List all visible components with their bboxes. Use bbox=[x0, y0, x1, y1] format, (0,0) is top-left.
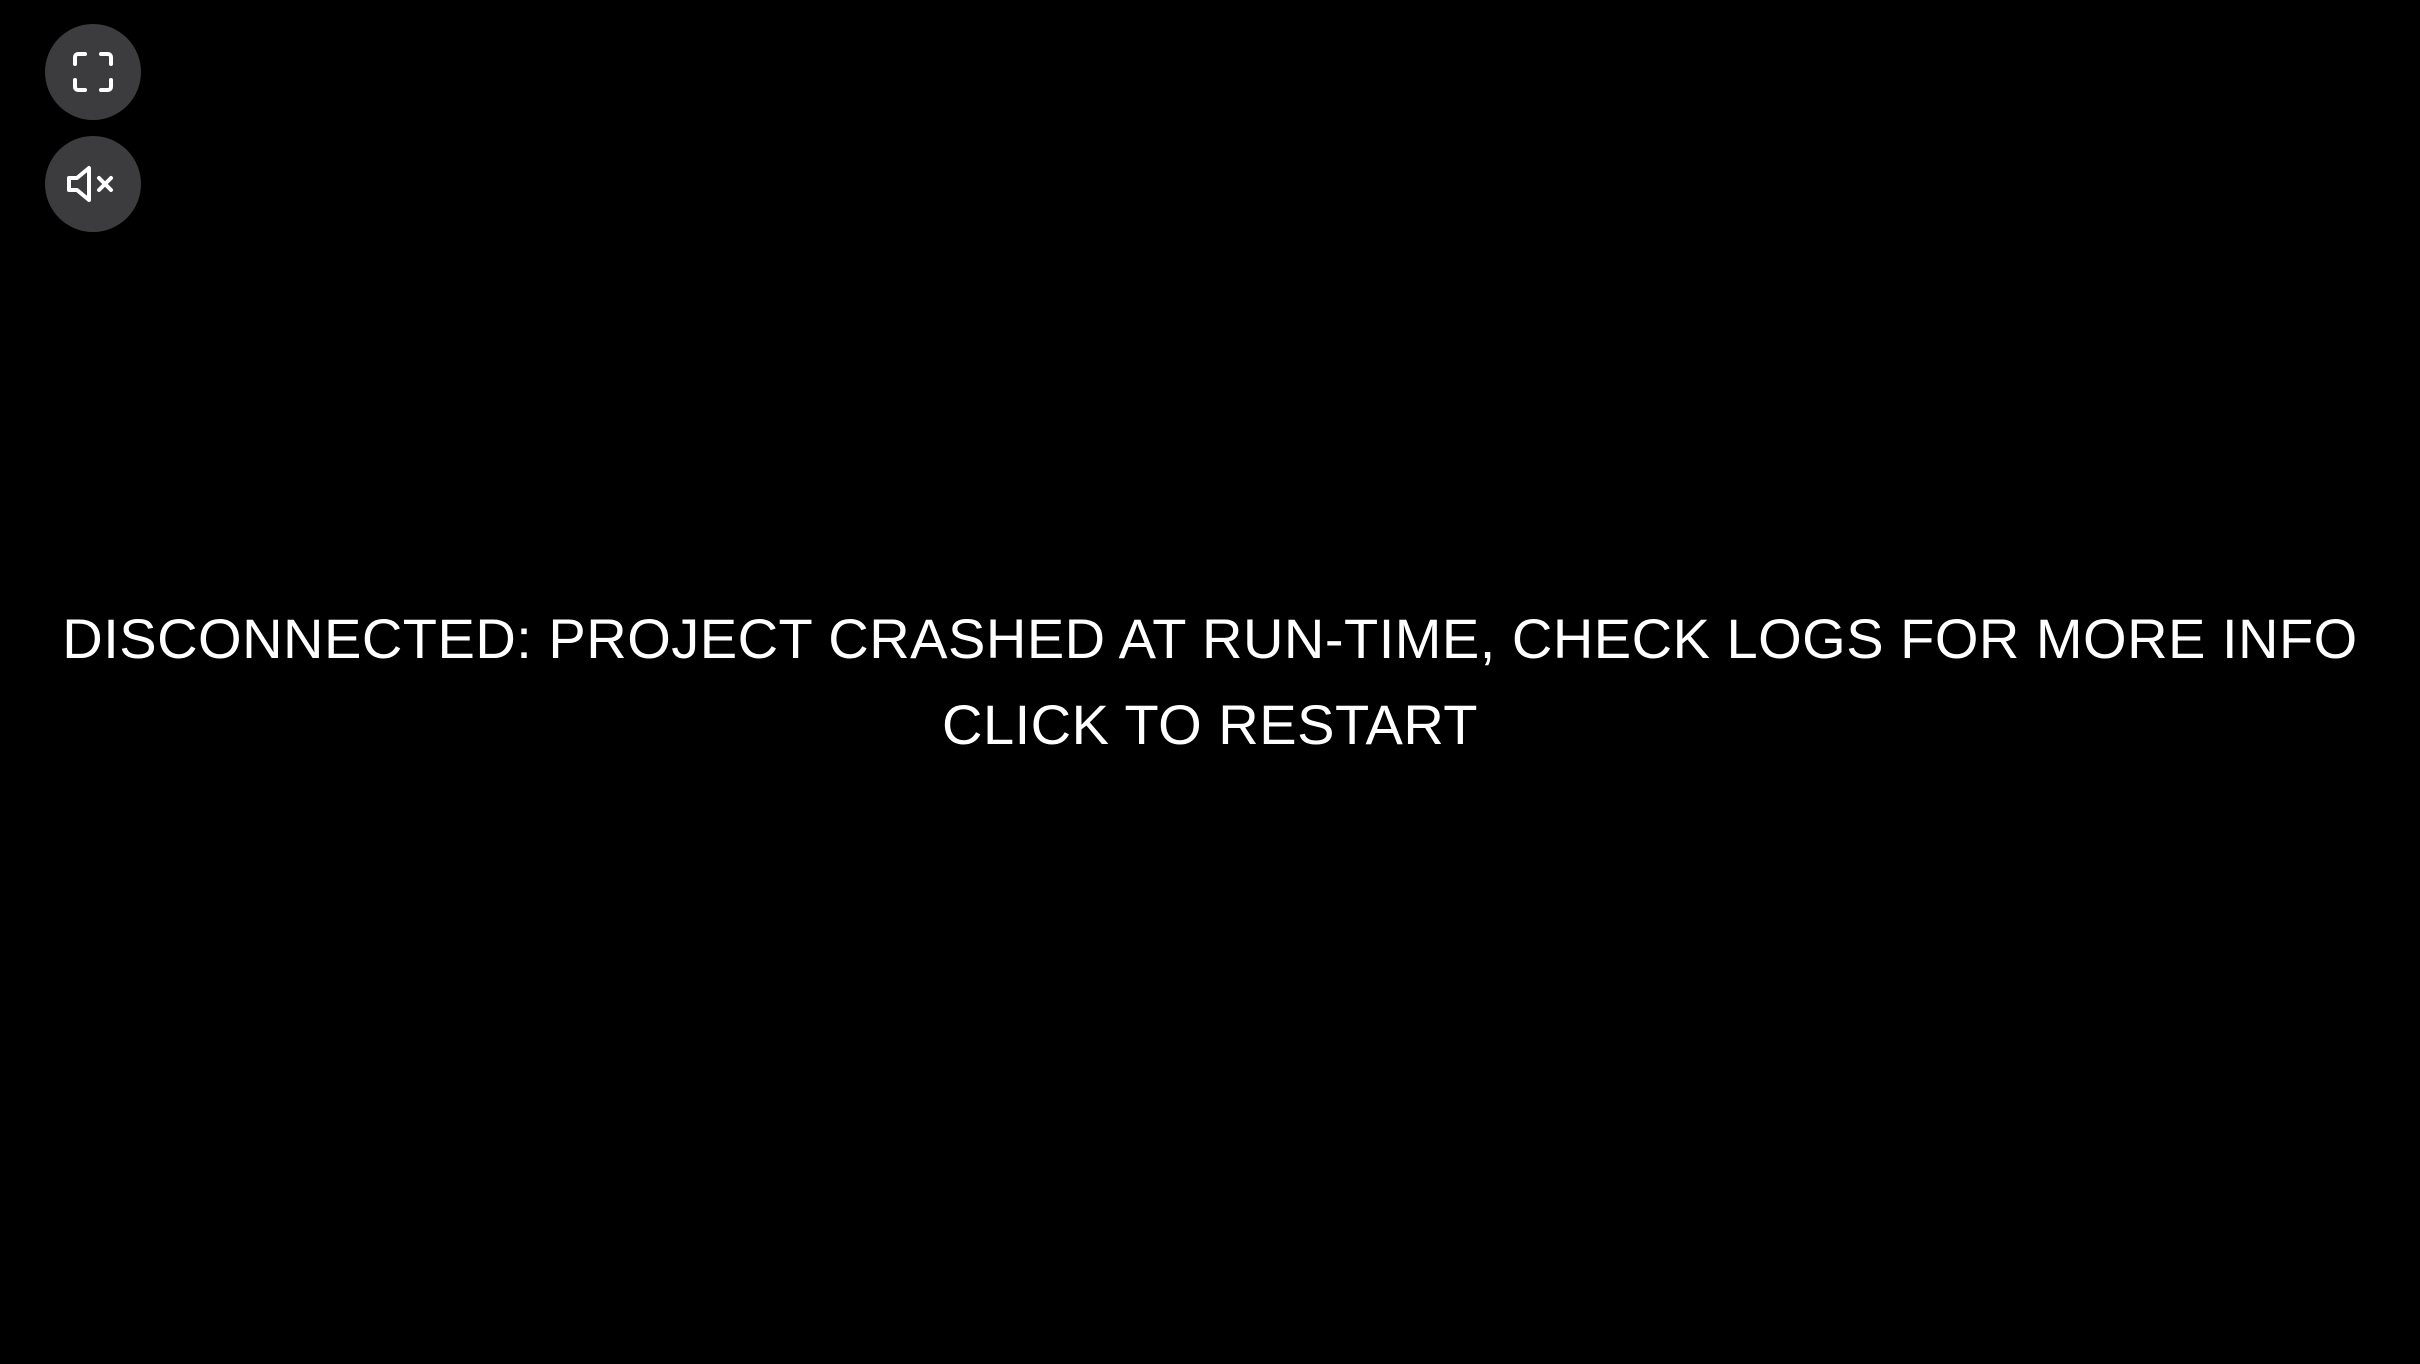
restart-prompt-text[interactable]: CLICK TO RESTART bbox=[0, 682, 2420, 768]
fullscreen-icon bbox=[73, 52, 113, 92]
volume-muted-icon bbox=[67, 166, 113, 202]
app-stage: DISCONNECTED: PROJECT CRASHED AT RUN-TIM… bbox=[0, 0, 2420, 1364]
mute-button[interactable] bbox=[45, 136, 141, 232]
fullscreen-button[interactable] bbox=[45, 24, 141, 120]
disconnect-status-text: DISCONNECTED: PROJECT CRASHED AT RUN-TIM… bbox=[62, 607, 2358, 670]
restart-message[interactable]: DISCONNECTED: PROJECT CRASHED AT RUN-TIM… bbox=[0, 596, 2420, 768]
